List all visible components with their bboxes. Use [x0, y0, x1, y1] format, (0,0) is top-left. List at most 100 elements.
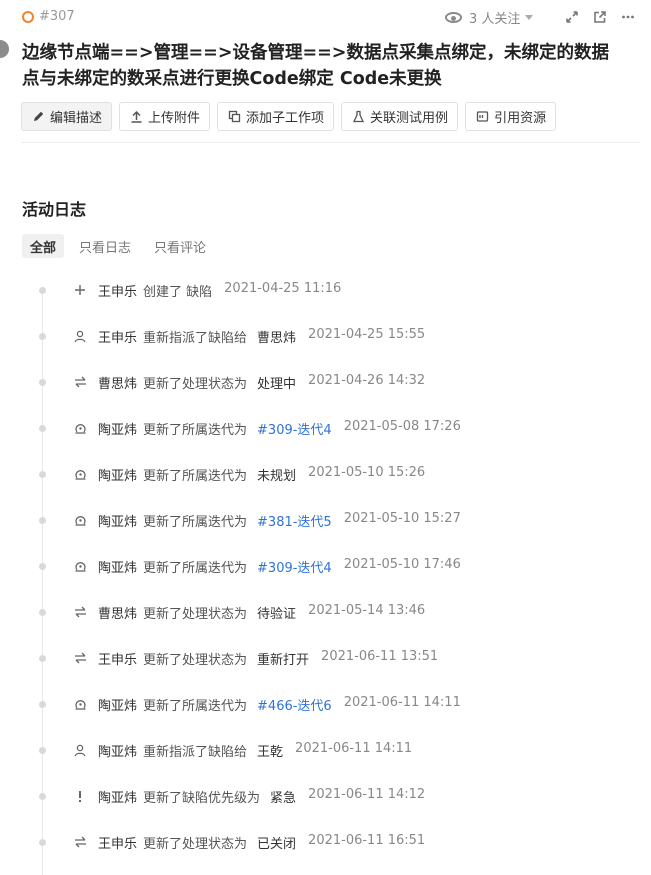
activity-entry: 陶亚炜 更新了所属迭代为 #381-迭代5 2021-05-10 15:27	[0, 510, 651, 530]
activity-action: 更新了所属迭代为	[143, 469, 248, 484]
timeline-dot	[39, 609, 46, 616]
activity-user[interactable]: 陶亚炜	[98, 511, 137, 530]
activity-entry: 陶亚炜 更新了所属迭代为 #309-迭代4 2021-05-08 17:26	[0, 418, 651, 438]
activity-text: 陶亚炜 更新了所属迭代为 #381-迭代5 2021-05-10 15:27	[98, 511, 461, 530]
issue-id: #307	[22, 9, 75, 24]
timeline-dot	[39, 471, 46, 478]
subtask-icon	[227, 110, 241, 124]
tab-comments-only[interactable]: 只看评论	[146, 234, 214, 258]
activity-entry: 陶亚炜 更新了所属迭代为 #309-迭代4 2021-05-10 17:46	[0, 556, 651, 576]
timeline-dot	[39, 333, 46, 340]
activity-user[interactable]: 王申乐	[98, 833, 137, 852]
edit-description-button[interactable]: 编辑描述	[21, 102, 113, 131]
user-icon	[73, 743, 87, 757]
collapse-handle[interactable]	[0, 40, 9, 58]
activity-entry: 王申乐 重新指派了缺陷给 曹思炜 2021-04-25 15:55	[0, 326, 651, 346]
activity-user[interactable]: 曹思炜	[98, 373, 137, 392]
activity-time: 2021-05-10 15:27	[343, 511, 461, 526]
activity-action: 更新了所属迭代为	[143, 423, 248, 438]
activity-time: 2021-06-11 14:12	[308, 787, 426, 802]
activity-target: 未规划	[257, 469, 297, 484]
activity-action: 重新指派了缺陷给	[143, 331, 248, 346]
activity-user[interactable]: 陶亚炜	[98, 695, 137, 714]
iteration-icon	[73, 559, 87, 573]
issue-title[interactable]: 边缘节点端==>管理==>设备管理==>数据点采集点绑定，未绑定的数据点与未绑定…	[22, 40, 622, 92]
timeline-dot	[39, 655, 46, 662]
open-new-window-icon[interactable]	[592, 9, 607, 24]
activity-target-link[interactable]: #466-迭代6	[257, 695, 332, 714]
activity-action: 更新了处理状态为	[143, 607, 248, 622]
activity-user[interactable]: 王申乐	[98, 281, 137, 300]
cite-resource-button[interactable]: 引用资源	[465, 102, 557, 131]
issue-toolbar: 编辑描述 上传附件 添加子工作项 关联测试用例 引用资源	[21, 102, 557, 131]
activity-user[interactable]: 王申乐	[98, 649, 137, 668]
timeline-dot	[39, 517, 46, 524]
swap-icon	[73, 375, 87, 389]
timeline-dot	[39, 563, 46, 570]
tab-logs-only[interactable]: 只看日志	[71, 234, 139, 258]
exclamation-icon	[73, 789, 87, 803]
activity-target-link[interactable]: #381-迭代5	[257, 511, 332, 530]
activity-entry: 陶亚炜 重新指派了缺陷给 王乾 2021-06-11 14:11	[0, 740, 651, 760]
activity-time: 2021-04-26 14:32	[308, 373, 426, 388]
iteration-icon	[73, 697, 87, 711]
swap-icon	[73, 651, 87, 665]
activity-text: 陶亚炜 更新了所属迭代为 #466-迭代6 2021-06-11 14:11	[98, 695, 461, 714]
activity-target-link[interactable]: #309-迭代4	[257, 419, 332, 438]
activity-action: 重新指派了缺陷给	[143, 745, 248, 760]
activity-time: 2021-04-25 15:55	[308, 327, 426, 342]
watchers-dropdown[interactable]: 3 人关注	[445, 8, 534, 27]
activity-user[interactable]: 陶亚炜	[98, 419, 137, 438]
activity-user[interactable]: 曹思炜	[98, 603, 137, 622]
activity-filter-tabs: 全部 只看日志 只看评论	[22, 234, 214, 258]
activity-log-title: 活动日志	[22, 200, 87, 219]
activity-user[interactable]: 陶亚炜	[98, 787, 137, 806]
plus-icon	[73, 283, 87, 297]
activity-target: 重新打开	[257, 653, 310, 668]
activity-action: 更新了处理状态为	[143, 653, 248, 668]
activity-time: 2021-05-08 17:26	[343, 419, 461, 434]
activity-time: 2021-06-11 14:11	[295, 741, 413, 756]
activity-entry: 王申乐 更新了处理状态为 重新打开 2021-06-11 13:51	[0, 648, 651, 668]
tab-all[interactable]: 全部	[22, 234, 65, 258]
timeline-dot	[39, 793, 46, 800]
add-subtask-label: 添加子工作项	[246, 111, 325, 126]
link-test-case-button[interactable]: 关联测试用例	[341, 102, 459, 131]
iteration-icon	[73, 513, 87, 527]
activity-action: 更新了所属迭代为	[143, 561, 248, 576]
pencil-icon	[31, 110, 45, 124]
activity-target-link[interactable]: #309-迭代4	[257, 557, 332, 576]
activity-entry: 陶亚炜 更新了所属迭代为 #466-迭代6 2021-06-11 14:11	[0, 694, 651, 714]
activity-user[interactable]: 王申乐	[98, 327, 137, 346]
activity-entry: 曹思炜 更新了处理状态为 待验证 2021-05-14 13:46	[0, 602, 651, 622]
activity-user[interactable]: 陶亚炜	[98, 465, 137, 484]
timeline-dot	[39, 379, 46, 386]
activity-time: 2021-05-10 15:26	[308, 465, 426, 480]
flask-icon	[351, 110, 365, 124]
timeline-dot	[39, 747, 46, 754]
upload-attachment-button[interactable]: 上传附件	[119, 102, 211, 131]
activity-entry: 陶亚炜 更新了所属迭代为 未规划 2021-05-10 15:26	[0, 464, 651, 484]
activity-user[interactable]: 陶亚炜	[98, 741, 137, 760]
edit-description-label: 编辑描述	[50, 111, 103, 126]
activity-time: 2021-04-25 11:16	[224, 281, 342, 296]
add-subtask-button[interactable]: 添加子工作项	[217, 102, 335, 131]
activity-entry: 王申乐 更新了处理状态为 已关闭 2021-06-11 16:51	[0, 832, 651, 852]
cite-resource-label: 引用资源	[494, 111, 547, 126]
timeline-dot	[39, 701, 46, 708]
activity-target: 处理中	[257, 377, 297, 392]
user-icon	[73, 329, 87, 343]
swap-icon	[73, 605, 87, 619]
more-icon[interactable]	[620, 9, 635, 24]
activity-target: 已关闭	[257, 837, 297, 852]
timeline-dot	[39, 287, 46, 294]
activity-action: 创建了 缺陷	[143, 285, 213, 300]
activity-entry: 曹思炜 更新了处理状态为 处理中 2021-04-26 14:32	[0, 372, 651, 392]
activity-text: 陶亚炜 更新了所属迭代为 #309-迭代4 2021-05-08 17:26	[98, 419, 461, 438]
activity-user[interactable]: 陶亚炜	[98, 557, 137, 576]
expand-icon[interactable]	[564, 9, 579, 24]
activity-text: 曹思炜 更新了处理状态为 待验证 2021-05-14 13:46	[98, 603, 425, 622]
activity-action: 更新了缺陷优先级为	[143, 791, 261, 806]
watchers-label: 3 人关注	[469, 12, 521, 27]
iteration-icon	[73, 467, 87, 481]
